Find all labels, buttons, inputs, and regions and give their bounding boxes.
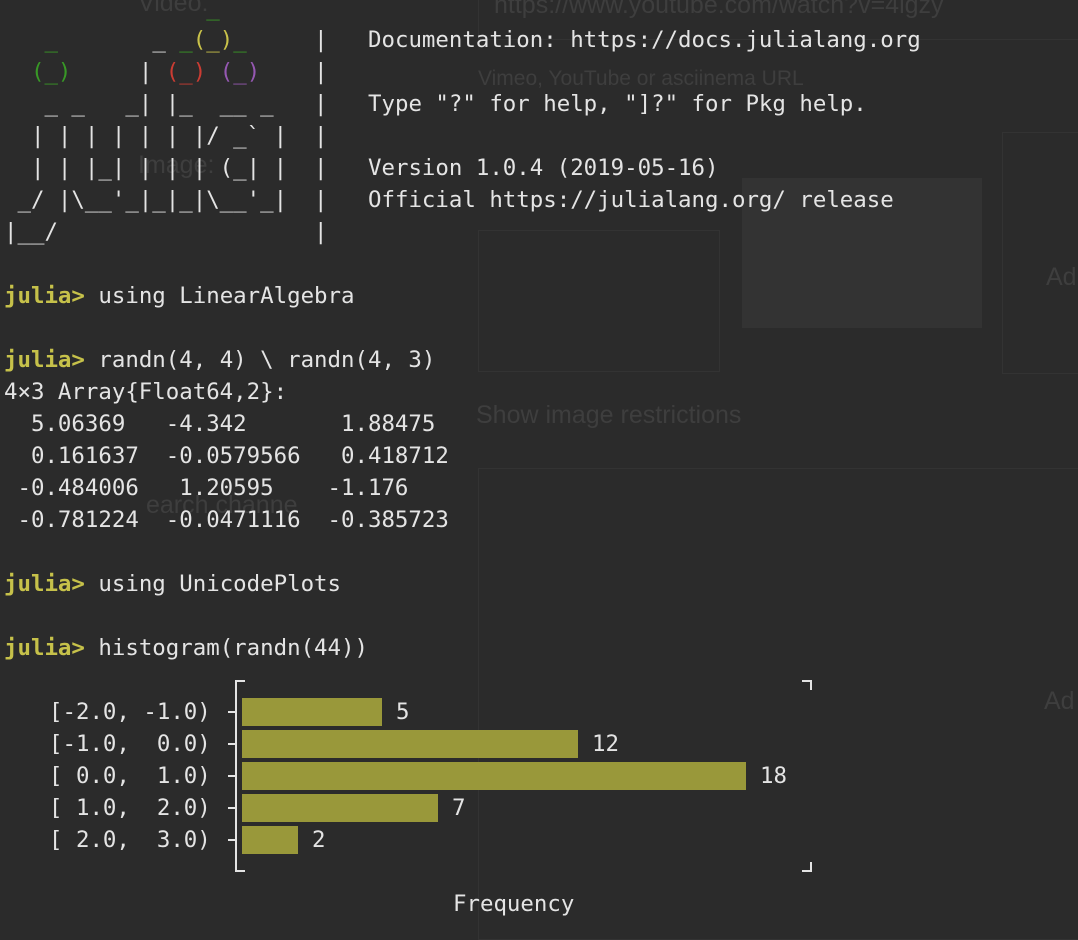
histogram-bar	[242, 794, 438, 822]
command-text: using LinearAlgebra	[98, 283, 355, 309]
histogram-tick	[228, 839, 236, 841]
matrix-row: -0.781224 -0.0471116 -0.385723	[4, 507, 449, 533]
banner-version: Version 1.0.4 (2019-05-16)	[368, 155, 719, 181]
bg-add-label-2: Ad	[1044, 687, 1075, 715]
histogram-bar-count: 5	[396, 699, 410, 725]
histogram-bar	[242, 826, 298, 854]
julia-prompt: julia>	[4, 283, 85, 309]
histogram-bar	[242, 698, 382, 726]
repl-line: julia> histogram(randn(44))	[4, 632, 368, 664]
bg-image-panel	[1002, 132, 1078, 374]
histogram-bin-label: [ 0.0, 1.0)	[49, 763, 211, 789]
bg-url-text: https://www.youtube.com/watch?v=4lgzy	[494, 0, 944, 19]
command-text: randn(4, 4) \ randn(4, 3)	[98, 347, 436, 373]
banner-help: Type "?" for help, "]?" for Pkg help.	[368, 91, 867, 117]
histogram-tick	[228, 711, 236, 713]
repl-line: julia> using LinearAlgebra	[4, 280, 355, 312]
matrix-header: 4×3 Array{Float64,2}:	[4, 379, 288, 405]
matrix-row: -0.484006 1.20595 -1.176	[4, 475, 409, 501]
chart-corner-bottom-left	[235, 862, 245, 872]
histogram-bar-count: 2	[312, 827, 326, 853]
histogram-tick	[228, 743, 236, 745]
logo-line: _ _ _| |_ __ _ |	[4, 91, 328, 117]
bg-input-box	[478, 230, 720, 372]
logo-line: (_) | (_) (_) |	[30, 59, 328, 85]
logo-line: | | | | | | |/ _` | |	[4, 123, 328, 149]
histogram-tick	[228, 807, 236, 809]
histogram-bar-count: 7	[452, 795, 466, 821]
histogram-tick	[228, 775, 236, 777]
histogram-bin-label: [-1.0, 0.0)	[49, 731, 211, 757]
logo-line: |__/ |	[4, 219, 328, 245]
command-text: using UnicodePlots	[98, 571, 342, 597]
histogram-bin-label: [ 1.0, 2.0)	[49, 795, 211, 821]
banner-release: Official https://julialang.org/ release	[368, 187, 894, 213]
logo-line: _	[4, 0, 220, 21]
command-text: histogram(randn(44))	[98, 635, 368, 661]
julia-prompt: julia>	[4, 635, 85, 661]
chart-axis-line	[235, 680, 237, 870]
bg-add-label: Ad	[1046, 263, 1077, 291]
bg-show-restrictions: Show image restrictions	[476, 401, 742, 429]
logo-line: _/ |\__'_|_|_|\__'_| |	[4, 187, 328, 213]
repl-line: julia> randn(4, 4) \ randn(4, 3)	[4, 344, 435, 376]
histogram-bin-label: [ 2.0, 3.0)	[49, 827, 211, 853]
julia-prompt: julia>	[4, 571, 85, 597]
julia-prompt: julia>	[4, 347, 85, 373]
repl-line: julia> using UnicodePlots	[4, 568, 341, 600]
logo-line: | | |_| | | | (_| | |	[4, 155, 328, 181]
matrix-row: 0.161637 -0.0579566 0.418712	[4, 443, 449, 469]
bg-panel-lower	[478, 468, 1078, 940]
chart-corner-top-left	[235, 680, 245, 690]
histogram-bin-label: [-2.0, -1.0)	[49, 699, 211, 725]
banner-documentation: Documentation: https://docs.julialang.or…	[368, 27, 921, 53]
matrix-row: 5.06369 -4.342 1.88475	[4, 411, 436, 437]
logo-line: _ _ _(_)_ |	[44, 27, 328, 53]
